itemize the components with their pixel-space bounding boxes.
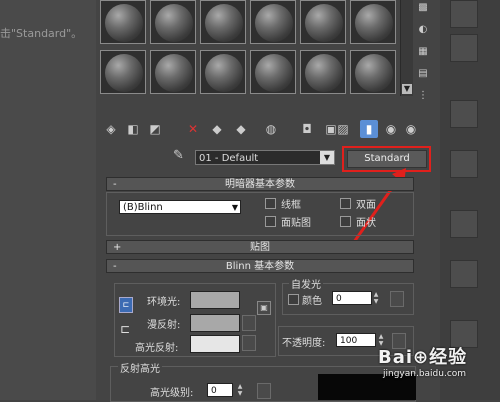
chevron-down-icon: ▼ — [231, 203, 238, 212]
assign-to-selection-icon[interactable]: ◩ — [146, 120, 164, 138]
material-sphere-icon — [355, 4, 393, 42]
specular-level-label: 高光级别: — [150, 388, 194, 399]
lock-bracket-icon: ⊏ — [120, 322, 131, 336]
sample-slot[interactable] — [300, 50, 346, 94]
baidu-jingyan-logo: Bai⊕经验 — [378, 347, 468, 368]
two-sided-checkbox[interactable] — [340, 198, 351, 209]
diffuse-color-swatch[interactable] — [190, 314, 240, 332]
rollout-maps[interactable]: + 贴图 — [106, 240, 414, 254]
specular-highlights-title: 反射高光 — [118, 360, 162, 375]
collapse-icon: - — [113, 179, 117, 190]
rollout-title: 贴图 — [250, 242, 270, 253]
sample-slot[interactable] — [200, 0, 246, 44]
lock-ambient-diffuse-icon[interactable]: ⊏ — [119, 297, 133, 313]
sample-slots-grid — [100, 0, 398, 96]
background-icon[interactable]: ▦ — [416, 46, 430, 58]
shader-value: (B)Blinn — [123, 202, 163, 213]
faceted-checkbox[interactable] — [340, 216, 351, 227]
sample-slot[interactable] — [350, 50, 396, 94]
collapse-icon: - — [113, 261, 117, 272]
wire-checkbox[interactable] — [265, 198, 276, 209]
self-illum-color-label: 颜色 — [302, 296, 322, 307]
material-sphere-icon — [105, 54, 143, 92]
spinner-arrows-icon[interactable]: ▲ ▼ — [236, 383, 244, 397]
rollout-shader-basic[interactable]: - 明暗器基本参数 — [106, 177, 414, 191]
face-map-checkbox[interactable] — [265, 216, 276, 227]
uv-tiling-icon[interactable]: ▤ — [416, 68, 430, 80]
material-sphere-icon — [355, 54, 393, 92]
lock-diffuse-map-icon[interactable]: ▣ — [257, 301, 271, 315]
material-name-value: 01 - Default — [199, 153, 259, 164]
sample-type-icon[interactable]: ▩ — [416, 2, 430, 14]
material-sphere-icon — [305, 4, 343, 42]
background-instruction-text: 击"Standard"。 — [0, 27, 83, 40]
copy-material-icon[interactable]: ◆ — [208, 120, 226, 138]
delete-icon[interactable]: ✕ — [184, 120, 202, 138]
diffuse-map-button[interactable] — [242, 315, 256, 331]
make-unique-icon[interactable]: ◆ — [232, 120, 250, 138]
put-to-scene-icon[interactable]: ◧ — [124, 120, 142, 138]
sample-slot[interactable] — [100, 0, 146, 44]
sample-slot[interactable] — [250, 0, 296, 44]
options-icon[interactable]: ⋮ — [416, 90, 430, 102]
sample-slot[interactable] — [200, 50, 246, 94]
spinner-arrows-icon[interactable]: ▲ ▼ — [372, 291, 380, 305]
self-illum-color-checkbox[interactable] — [288, 294, 299, 305]
put-to-library-icon[interactable]: ◍ — [262, 120, 280, 138]
sample-slot[interactable] — [300, 0, 346, 44]
specular-level-map-button[interactable] — [257, 383, 271, 399]
material-sphere-icon — [255, 54, 293, 92]
material-sphere-icon — [305, 54, 343, 92]
opacity-spinner[interactable]: 100 — [336, 333, 376, 347]
side-toolbar: ▩ ◐ ▦ ▤ ⋮ — [414, 0, 434, 110]
go-to-parent-icon[interactable]: ◉ — [382, 120, 400, 138]
rollout-title: Blinn 基本参数 — [225, 261, 295, 272]
ambient-color-swatch[interactable] — [190, 291, 240, 309]
backlight-icon[interactable]: ◐ — [416, 24, 430, 36]
material-sphere-icon — [105, 4, 143, 42]
rollout-blinn-basic[interactable]: - Blinn 基本参数 — [106, 259, 414, 273]
get-material-icon[interactable]: ◈ — [102, 120, 120, 138]
background-right-slots — [446, 0, 500, 400]
ambient-label: 环境光: — [147, 297, 181, 308]
expand-icon: + — [113, 242, 122, 253]
chevron-down-icon[interactable]: ▼ — [320, 151, 334, 164]
sample-slot[interactable] — [350, 0, 396, 44]
background-left-area — [0, 0, 96, 400]
material-id-icon[interactable]: ◘ — [298, 120, 316, 138]
material-sphere-icon — [205, 4, 243, 42]
eyedropper-icon[interactable]: ✎ — [173, 148, 187, 166]
show-map-in-viewport-icon[interactable]: ▨ — [334, 120, 352, 138]
self-illum-map-button[interactable] — [390, 291, 404, 307]
faceted-label: 面状 — [356, 218, 376, 229]
specular-color-swatch[interactable] — [190, 335, 240, 353]
specular-map-button[interactable] — [242, 335, 256, 351]
material-sphere-icon — [255, 4, 293, 42]
diffuse-label: 漫反射: — [147, 320, 181, 331]
sample-slot[interactable] — [150, 50, 196, 94]
self-illum-title: 自发光 — [289, 276, 323, 291]
material-sphere-icon — [205, 54, 243, 92]
material-toolbar: ◈ ◧ ◩ ✕ ◆ ◆ ◍ ◘ ▣ ▨ ▮ ◉ ◉ — [102, 120, 432, 140]
specular-level-spinner[interactable]: 0 — [207, 383, 233, 397]
material-sphere-icon — [155, 54, 193, 92]
rollout-title: 明暗器基本参数 — [225, 179, 295, 190]
two-sided-label: 双面 — [356, 200, 376, 211]
slots-scrollbar[interactable]: ▼ — [400, 0, 413, 96]
self-illum-spinner[interactable]: 0 — [332, 291, 372, 305]
material-sphere-icon — [155, 4, 193, 42]
watermark-url: jingyan.baidu.com — [383, 369, 467, 379]
specular-label: 高光反射: — [135, 343, 179, 354]
material-name-field[interactable]: 01 - Default ▼ — [195, 150, 335, 165]
opacity-label: 不透明度: — [282, 338, 326, 349]
sample-slot[interactable] — [150, 0, 196, 44]
sample-slot[interactable] — [100, 50, 146, 94]
face-map-label: 面贴图 — [281, 218, 311, 229]
go-forward-icon[interactable]: ◉ — [402, 120, 420, 138]
show-end-result-icon[interactable]: ▮ — [360, 120, 378, 138]
scroll-down-icon[interactable]: ▼ — [402, 84, 412, 94]
sample-slot[interactable] — [250, 50, 296, 94]
wire-label: 线框 — [281, 200, 301, 211]
shader-select[interactable]: (B)Blinn ▼ — [119, 200, 241, 214]
